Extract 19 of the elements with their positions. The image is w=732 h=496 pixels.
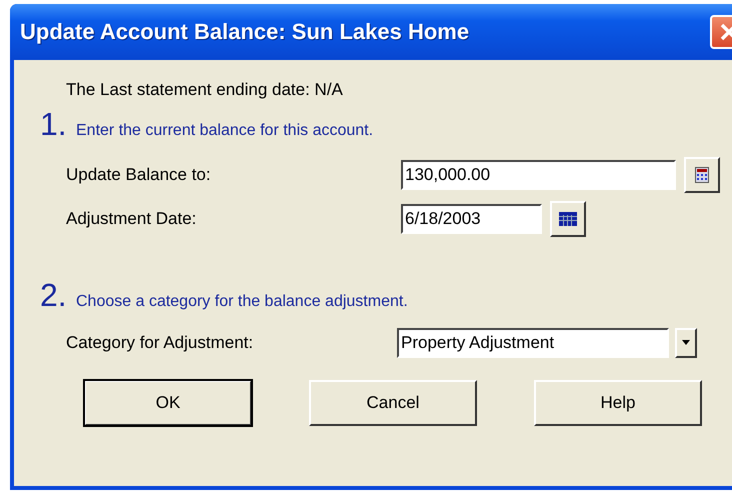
step-instruction: Enter the current balance for this account. [76, 122, 374, 140]
dialog-button[interactable]: OK [84, 380, 252, 426]
calculator-button[interactable] [684, 157, 720, 193]
statement-date-text: The Last statement ending date: N/A [66, 80, 344, 101]
field-label: Category for Adjustment: [66, 333, 254, 353]
field-label: Update Balance to: [66, 165, 212, 185]
balance-field[interactable]: 130,000.00 [401, 160, 676, 190]
calendar-button[interactable] [550, 201, 586, 237]
field-label: Adjustment Date: [66, 209, 198, 229]
dialog-button[interactable]: Cancel [309, 380, 477, 426]
calculator-icon [695, 167, 709, 183]
step-instruction: Choose a category for the balance adjustment. [76, 293, 408, 311]
step-number: 2. [40, 277, 68, 314]
step-number: 1. [40, 106, 68, 143]
dialog-button[interactable]: Help [534, 380, 702, 426]
window-title: Update Account Balance: Sun Lakes Home [20, 19, 470, 45]
date-field[interactable]: 6/18/2003 [401, 204, 542, 234]
caret-icon [681, 340, 691, 346]
calendar-icon [559, 212, 577, 226]
